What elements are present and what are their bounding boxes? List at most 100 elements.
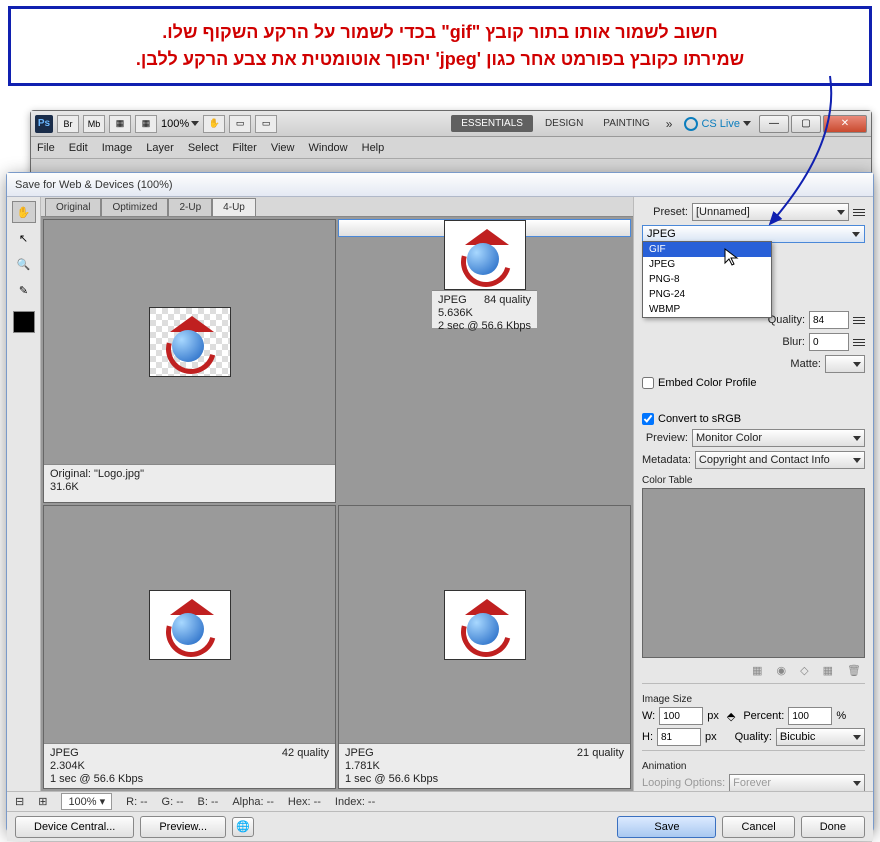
settings-panel: Preset: [Unnamed] JPEG GIF JPEG PNG-8 PN… <box>633 197 873 791</box>
tab-optimized[interactable]: Optimized <box>101 198 168 216</box>
callout-line1: חשוב לשמור אותו בתור קובץ "gif" בכדי לשמ… <box>25 19 855 46</box>
ct-icon[interactable]: ◇ <box>800 664 808 677</box>
dropdown-option-png24[interactable]: PNG-24 <box>643 287 771 302</box>
loop-select: Forever <box>729 774 865 791</box>
menu-view[interactable]: View <box>271 142 295 154</box>
chevron-down-icon <box>743 121 751 126</box>
link-icon[interactable]: ⬘ <box>727 710 735 723</box>
bridge-button[interactable]: Br <box>57 115 79 133</box>
zoom-control[interactable]: 100% <box>161 118 199 130</box>
preview-area: Original Optimized 2-Up 4-Up Original: "… <box>41 197 633 791</box>
zoom-tool[interactable]: 🔍 <box>12 253 36 275</box>
sfw-toolbar: ✋ ↖ 🔍 ✎ <box>7 197 41 791</box>
instruction-callout: חשוב לשמור אותו בתור קובץ "gif" בכדי לשמ… <box>8 6 872 86</box>
preview-cell-1[interactable]: JPEG84 quality 5.636K 2 sec @ 56.6 Kbps <box>338 219 631 237</box>
hand-tool[interactable]: ✋ <box>12 201 36 223</box>
browser-icon[interactable]: 🌐 <box>232 817 254 837</box>
embed-checkbox[interactable] <box>642 377 654 389</box>
workspace-essentials[interactable]: ESSENTIALS <box>451 115 533 132</box>
save-button[interactable]: Save <box>617 816 716 838</box>
preview-cell-original[interactable]: Original: "Logo.jpg" 31.6K <box>43 219 336 503</box>
quality-menu-icon[interactable] <box>853 317 865 324</box>
menu-edit[interactable]: Edit <box>69 142 88 154</box>
save-for-web-dialog: Save for Web & Devices (100%) ✋ ↖ 🔍 ✎ Or… <box>6 172 874 832</box>
resample-select[interactable]: Bicubic <box>776 728 865 746</box>
zoom-in-button[interactable]: ⊞ <box>38 795 47 808</box>
chevron-down-icon <box>853 362 861 367</box>
chevron-down-icon <box>853 458 861 463</box>
workspace-more[interactable]: » <box>662 117 677 131</box>
eyedropper-tool[interactable]: ✎ <box>12 279 36 301</box>
hand-tool-button[interactable]: ✋ <box>203 115 225 133</box>
blur-menu-icon[interactable] <box>853 339 865 346</box>
chevron-down-icon <box>853 436 861 441</box>
cursor-icon <box>724 248 740 268</box>
device-central-button[interactable]: Device Central... <box>15 816 134 838</box>
menu-file[interactable]: File <box>37 142 55 154</box>
cell-info: JPEG42 quality 2.304K 1 sec @ 56.6 Kbps <box>44 743 335 788</box>
zoom-select[interactable]: 100% ▾ <box>61 793 112 810</box>
guides-button[interactable]: ▦ <box>135 115 157 133</box>
preview-cell-3[interactable]: JPEG21 quality 1.781K 1 sec @ 56.6 Kbps <box>338 505 631 789</box>
menu-image[interactable]: Image <box>102 142 133 154</box>
screenmode-button[interactable]: ▭ <box>255 115 277 133</box>
panel-menu-icon[interactable] <box>853 209 865 216</box>
dropdown-option-gif[interactable]: GIF <box>643 242 771 257</box>
extras-button[interactable]: ▦ <box>109 115 131 133</box>
zoom-out-button[interactable]: ⊟ <box>15 795 24 808</box>
menu-select[interactable]: Select <box>188 142 219 154</box>
quality-input[interactable] <box>809 311 849 329</box>
image-size-section: Image Size W: px ⬘ Percent: % H: px Qual… <box>642 683 865 746</box>
done-button[interactable]: Done <box>801 816 865 838</box>
workspace-design[interactable]: DESIGN <box>537 115 591 132</box>
maximize-button[interactable]: ▢ <box>791 115 821 133</box>
cancel-button[interactable]: Cancel <box>722 816 794 838</box>
blur-label: Blur: <box>759 336 805 348</box>
chevron-down-icon <box>853 735 861 740</box>
ct-icon[interactable]: ▦ <box>752 664 762 677</box>
dropdown-option-jpeg[interactable]: JPEG <box>643 257 771 272</box>
preset-select[interactable]: [Unnamed] <box>692 203 849 221</box>
cslive-button[interactable]: CS Live <box>680 117 755 131</box>
preview-select[interactable]: Monitor Color <box>692 429 865 447</box>
menu-help[interactable]: Help <box>362 142 385 154</box>
menu-filter[interactable]: Filter <box>232 142 256 154</box>
slice-select-tool[interactable]: ↖ <box>12 227 36 249</box>
matte-select[interactable] <box>825 355 865 373</box>
minimize-button[interactable]: — <box>759 115 789 133</box>
chevron-down-icon <box>852 232 860 237</box>
height-input[interactable] <box>657 728 701 746</box>
close-button[interactable]: ✕ <box>823 115 867 133</box>
arrange-button[interactable]: ▭ <box>229 115 251 133</box>
blur-input[interactable] <box>809 333 849 351</box>
dropdown-option-wbmp[interactable]: WBMP <box>643 302 771 317</box>
preview-button[interactable]: Preview... <box>140 816 226 838</box>
width-input[interactable] <box>659 707 703 725</box>
dropdown-option-png8[interactable]: PNG-8 <box>643 272 771 287</box>
chevron-down-icon <box>191 121 199 126</box>
color-swatch[interactable] <box>13 311 35 333</box>
dialog-buttons: Device Central... Preview... 🌐 Save Canc… <box>7 811 873 841</box>
thumbnail <box>444 590 526 660</box>
menu-layer[interactable]: Layer <box>146 142 174 154</box>
thumbnail <box>149 307 231 377</box>
metadata-select[interactable]: Copyright and Contact Info <box>695 451 865 469</box>
srgb-checkbox[interactable] <box>642 413 654 425</box>
sfw-statusbar: ⊟ ⊞ 100% ▾ R: -- G: -- B: -- Alpha: -- H… <box>7 791 873 811</box>
ct-icon[interactable]: ▦ <box>823 664 833 677</box>
ct-icon[interactable]: ◉ <box>777 664 787 677</box>
tab-2up[interactable]: 2-Up <box>168 198 212 216</box>
preview-cell-2[interactable]: JPEG42 quality 2.304K 1 sec @ 56.6 Kbps <box>43 505 336 789</box>
tab-original[interactable]: Original <box>45 198 101 216</box>
menu-window[interactable]: Window <box>309 142 348 154</box>
matte-label: Matte: <box>775 358 821 370</box>
tab-4up[interactable]: 4-Up <box>212 198 256 216</box>
minibridge-button[interactable]: Mb <box>83 115 105 133</box>
workspace-painting[interactable]: PAINTING <box>595 115 657 132</box>
preview-grid: Original: "Logo.jpg" 31.6K JPEG84 qualit… <box>41 217 633 791</box>
trash-icon[interactable]: 🗑 <box>847 664 861 677</box>
embed-label: Embed Color Profile <box>658 377 756 389</box>
ps-app-icon: Ps <box>35 115 53 133</box>
metadata-label: Metadata: <box>642 454 691 466</box>
percent-input[interactable] <box>788 707 832 725</box>
